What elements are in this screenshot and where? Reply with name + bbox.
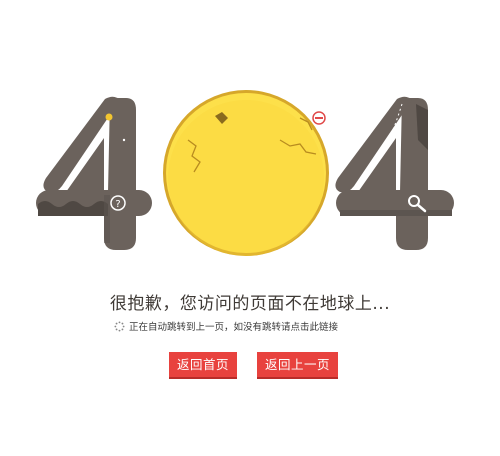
back-to-previous-button[interactable]: 返回上一页 — [257, 352, 338, 377]
error-title: 很抱歉，您访问的页面不在地球上... — [109, 294, 391, 314]
redirect-hint-text[interactable]: 正在自动跳转到上一页，如没有跳转请点击此链接 — [129, 319, 338, 333]
back-to-home-button[interactable]: 返回首页 — [169, 352, 237, 377]
redirect-hint[interactable]: 正在自动跳转到上一页，如没有跳转请点击此链接 — [114, 319, 338, 333]
404-illustration: ? — [36, 90, 454, 256]
no-entry-icon — [312, 111, 326, 125]
svg-text:?: ? — [115, 199, 120, 210]
digit-four-left — [36, 96, 152, 250]
digit-four-right — [335, 96, 454, 250]
loading-spinner-icon — [114, 320, 125, 332]
planet-zero — [163, 90, 329, 256]
